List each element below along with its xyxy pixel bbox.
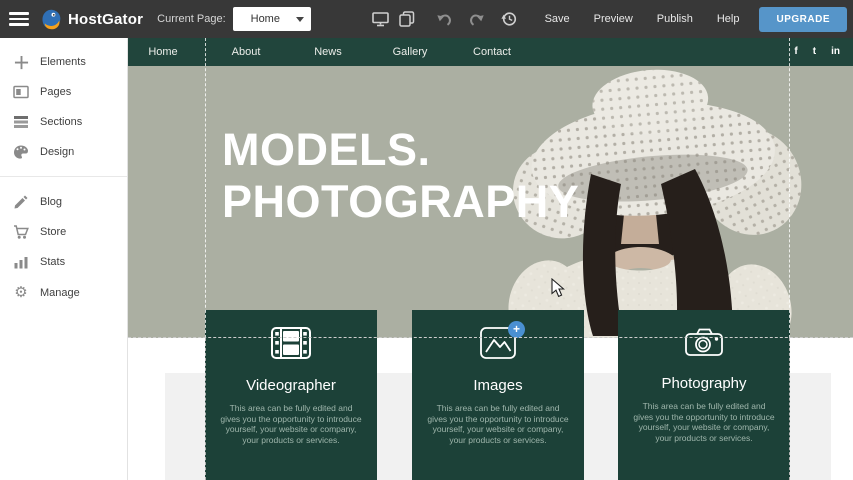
hero-title-line1: MODELS. (222, 124, 579, 176)
nav-item-contact[interactable]: Contact (452, 38, 532, 66)
history-icon[interactable] (497, 7, 521, 31)
sidebar-item-label: Pages (40, 86, 71, 98)
menu-icon[interactable] (9, 12, 29, 26)
sidebar-item-label: Manage (40, 287, 80, 299)
linkedin-icon[interactable]: in (831, 47, 840, 57)
gear-icon: ⚙ (13, 285, 29, 301)
desktop-view-icon[interactable] (369, 7, 393, 31)
dropdown-caret-icon (296, 17, 304, 22)
sidebar-item-sections[interactable]: Sections (0, 110, 128, 134)
card-title: Photography (618, 375, 790, 392)
sidebar-item-label: Sections (40, 116, 82, 128)
pencil-icon (13, 194, 29, 210)
nav-item-about[interactable]: About (206, 38, 286, 66)
plus-icon (13, 54, 29, 70)
undo-icon[interactable] (433, 7, 457, 31)
help-button[interactable]: Help (705, 7, 752, 31)
preview-button[interactable]: Preview (582, 7, 645, 31)
card-description: This area can be fully edited and gives … (618, 401, 790, 443)
twitter-icon[interactable]: t (813, 47, 816, 57)
card-description: This area can be fully edited and gives … (205, 403, 377, 445)
image-add-icon: + (480, 327, 516, 364)
add-image-button[interactable]: + (508, 321, 525, 338)
pages-icon (13, 84, 29, 100)
sidebar-item-pages[interactable]: Pages (0, 80, 128, 104)
card-title: Videographer (205, 377, 377, 394)
site-navbar: Home About News Gallery Contact f t in (128, 38, 853, 66)
current-page-label: Current Page: (157, 13, 225, 25)
nav-item-home[interactable]: Home (128, 38, 203, 66)
save-button[interactable]: Save (533, 7, 582, 31)
sidebar-item-label: Blog (40, 196, 62, 208)
site-canvas: Home About News Gallery Contact f t in (128, 38, 853, 480)
sidebar-item-label: Store (40, 226, 66, 238)
redo-icon[interactable] (465, 7, 489, 31)
cart-icon (13, 224, 29, 240)
editor-sidebar: Elements Pages Sections (0, 38, 128, 480)
sidebar-item-elements[interactable]: Elements (0, 50, 128, 74)
feature-card-images[interactable]: + Images This area can be fully edited a… (412, 310, 584, 480)
sidebar-item-manage[interactable]: ⚙ Manage (0, 281, 128, 305)
page-dropdown[interactable]: Home (233, 7, 311, 31)
hostgator-mascot-icon (39, 7, 64, 32)
sidebar-item-stats[interactable]: Stats (0, 250, 128, 274)
film-icon (271, 327, 311, 364)
brand-name: HostGator (68, 11, 143, 28)
sidebar-item-store[interactable]: Store (0, 220, 128, 244)
facebook-icon[interactable]: f (794, 47, 797, 57)
topbar-actions: Save Preview Publish Help UPGRADE (369, 7, 849, 32)
feature-card-photography[interactable]: Photography This area can be fully edite… (618, 310, 790, 480)
sidebar-item-design[interactable]: Design (0, 140, 128, 164)
sections-icon (13, 114, 29, 130)
sidebar-item-blog[interactable]: Blog (0, 190, 128, 214)
hero-section[interactable]: MODELS. PHOTOGRAPHY (128, 66, 853, 338)
publish-button[interactable]: Publish (645, 7, 705, 31)
sidebar-item-label: Design (40, 146, 74, 158)
feature-card-videographer[interactable]: Videographer This area can be fully edit… (205, 310, 377, 480)
editor-topbar: HostGator Current Page: Home (0, 0, 853, 38)
card-description: This area can be fully edited and gives … (412, 403, 584, 445)
camera-icon (684, 327, 724, 362)
hostgator-logo: HostGator (39, 7, 143, 32)
nav-item-gallery[interactable]: Gallery (370, 38, 450, 66)
app-window: HostGator Current Page: Home (0, 0, 853, 480)
nav-item-news[interactable]: News (288, 38, 368, 66)
hero-title-line2: PHOTOGRAPHY (222, 176, 579, 228)
hero-title[interactable]: MODELS. PHOTOGRAPHY (222, 124, 579, 228)
upgrade-button[interactable]: UPGRADE (759, 7, 847, 32)
palette-icon (13, 144, 29, 160)
card-title: Images (412, 377, 584, 394)
page-dropdown-value: Home (251, 13, 280, 25)
sidebar-divider (0, 176, 127, 177)
sidebar-item-label: Elements (40, 56, 86, 68)
bar-chart-icon (13, 254, 29, 270)
sidebar-item-label: Stats (40, 256, 65, 268)
social-links: f t in (794, 38, 853, 66)
mobile-view-icon[interactable] (395, 7, 419, 31)
